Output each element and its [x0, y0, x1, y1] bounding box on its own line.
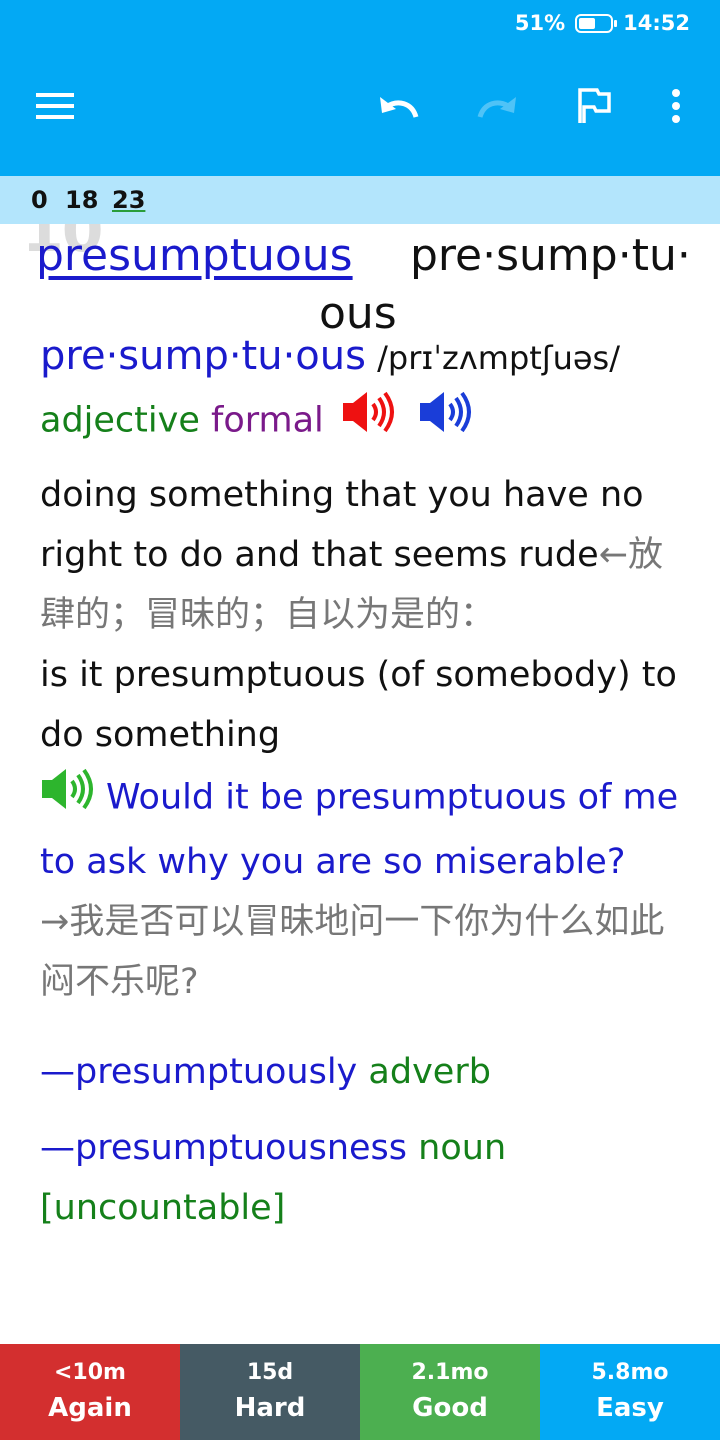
card-counts: 0 18 23 — [0, 176, 720, 224]
example-audio-speaker-icon[interactable] — [40, 765, 100, 832]
flag-icon[interactable] — [566, 78, 622, 134]
easy-label: Easy — [596, 1393, 664, 1423]
again-button[interactable]: <10m Again — [0, 1344, 180, 1440]
headword: presumptuous — [36, 230, 353, 281]
pronunciation: /prɪˈzʌmptʃuəs/ — [377, 339, 620, 377]
british-audio-speaker-icon[interactable] — [341, 388, 401, 455]
good-label: Good — [412, 1393, 488, 1423]
example-en: Would it be presumptuous of me to ask wh… — [40, 777, 679, 883]
good-interval: 2.1mo — [411, 1360, 489, 1385]
new-count: 0 — [31, 186, 48, 214]
more-vert-icon[interactable] — [648, 78, 704, 134]
example: Would it be presumptuous of me to ask wh… — [40, 765, 690, 892]
easy-button[interactable]: 5.8mo Easy — [540, 1344, 720, 1440]
derived-pos: adverb — [368, 1052, 491, 1092]
definition-en: doing something that you have no right t… — [40, 475, 644, 575]
pos-line: adjective formal — [40, 388, 690, 455]
hamburger-menu-icon[interactable] — [28, 78, 84, 134]
good-button[interactable]: 2.1mo Good — [360, 1344, 540, 1440]
again-interval: <10m — [54, 1360, 126, 1385]
dictionary-entry: pre·sump·tu·ous /prɪˈzʌmptʃuəs/ adjectiv… — [40, 326, 690, 1238]
battery-icon — [575, 13, 618, 33]
entry-headword: pre·sump·tu·ous — [40, 333, 366, 379]
derived-word: —presumptuousness — [40, 1128, 408, 1168]
derived-form-1: —presumptuously adverb — [40, 1042, 690, 1102]
grammar-tag: [uncountable] — [40, 1188, 286, 1228]
again-label: Again — [48, 1393, 132, 1423]
battery-percent: 51% — [514, 11, 566, 35]
usage-pattern: is it presumptuous (of somebody) to do s… — [40, 655, 677, 755]
definition: doing something that you have no right t… — [40, 465, 690, 645]
undo-icon[interactable] — [372, 78, 428, 134]
example-zh: →我是否可以冒昧地问一下你为什么如此闷不乐呢? — [40, 902, 665, 1002]
hard-label: Hard — [234, 1393, 306, 1423]
hard-button[interactable]: 15d Hard — [180, 1344, 360, 1440]
learning-count: 18 — [65, 186, 99, 214]
status-bar: 51% 14:52 — [0, 0, 720, 48]
answer-buttons: <10m Again 15d Hard 2.1mo Good 5.8mo Eas… — [0, 1344, 720, 1440]
flashcard[interactable]: presumptuous pre·sump·tu· ous pre·sump·t… — [0, 224, 720, 1344]
part-of-speech: adjective — [40, 400, 200, 441]
derived-form-2: —presumptuousness noun [uncountable] — [40, 1118, 690, 1238]
american-audio-speaker-icon[interactable] — [418, 388, 478, 455]
entry-header-line: pre·sump·tu·ous /prɪˈzʌmptʃuəs/ — [40, 326, 690, 388]
easy-interval: 5.8mo — [591, 1360, 669, 1385]
redo-icon[interactable] — [468, 78, 524, 134]
hard-interval: 15d — [246, 1360, 294, 1385]
register-label: formal — [211, 400, 324, 441]
derived-word: —presumptuously — [40, 1052, 358, 1092]
review-count: 23 — [112, 186, 146, 214]
toolbar — [0, 48, 720, 176]
derived-pos: noun — [418, 1128, 507, 1168]
hyphenation-line1: pre·sump·tu· — [410, 230, 691, 281]
clock: 14:52 — [623, 11, 690, 35]
